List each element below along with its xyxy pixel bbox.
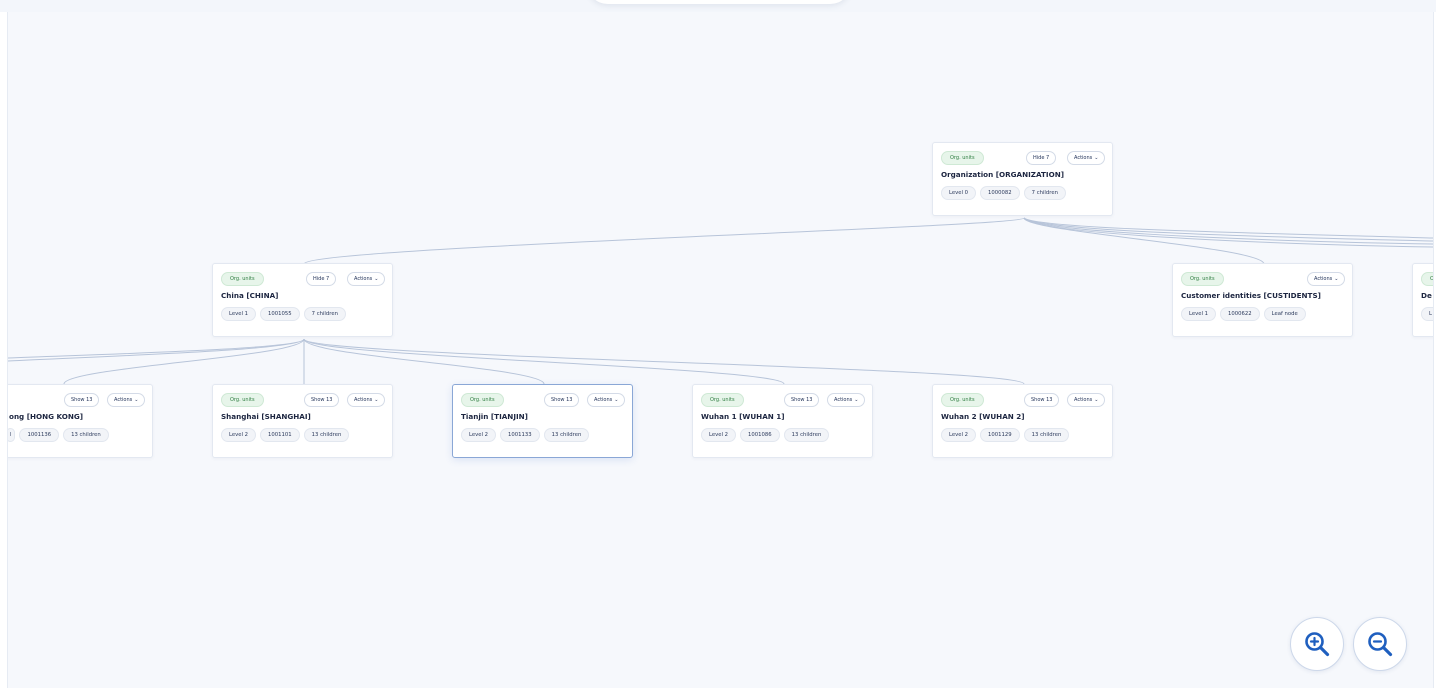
org-units-tag: Org. units [221, 393, 264, 407]
level-chip: Level 2 [461, 428, 497, 442]
node-meta: Level 0 1000082 7 children [941, 186, 1066, 200]
org-units-tag: Org. units [461, 393, 504, 407]
node-title: Tianjin [TIANJIN] [461, 412, 528, 421]
level-chip: l [8, 428, 16, 442]
show-children-button[interactable]: Show 13 [304, 393, 340, 407]
code-chip: 1001136 [19, 428, 60, 442]
zoom-out-icon [1368, 632, 1393, 657]
tree-node-customer-identities[interactable]: Org. units Actions ⌄ Customer identities … [1172, 263, 1353, 337]
node-meta: Level 2 1001101 13 children [221, 428, 350, 442]
tree-edges [8, 217, 1433, 385]
level-chip: Level 0 [941, 186, 977, 200]
code-chip: 1001129 [980, 428, 1020, 442]
actions-button[interactable]: Actions ⌄ [1307, 272, 1346, 286]
hide-children-button[interactable]: Hide 7 [306, 272, 337, 286]
show-children-button[interactable]: Show 13 [1024, 393, 1060, 407]
edge-china-offscreen-2 [8, 338, 305, 362]
children-count-chip: 13 children [783, 428, 830, 442]
chevron-down-icon: ⌄ [1094, 155, 1099, 161]
code-chip: 1001101 [260, 428, 300, 442]
code-chip: 1001086 [740, 428, 780, 442]
leaf-node-chip: Leaf node [1263, 307, 1306, 321]
node-title: Organization [ORGANIZATION] [941, 170, 1065, 179]
actions-button[interactable]: Actions ⌄ [1067, 151, 1106, 165]
node-meta: L [1421, 307, 1433, 321]
org-units-tag: O [1421, 272, 1433, 286]
tree-node-wuhan-2[interactable]: Org. units Show 13 Actions ⌄ Wuhan 2 [WUH… [932, 384, 1113, 458]
children-count-chip: 7 children [303, 307, 346, 321]
tree-node-partial-right[interactable]: O De L [1412, 263, 1433, 337]
node-title: China [CHINA] [221, 291, 279, 300]
chevron-down-icon: ⌄ [854, 397, 859, 403]
actions-button[interactable]: Actions ⌄ [1067, 393, 1106, 407]
node-meta: Level 1 1000622 Leaf node [1181, 307, 1306, 321]
actions-button[interactable]: Actions ⌄ [587, 393, 626, 407]
node-title: Wuhan 2 [WUHAN 2] [941, 412, 1025, 421]
tree-node-hong-kong[interactable]: nits Show 13 Actions⌄ ong [HONG KONG] l … [8, 384, 153, 458]
zoom-in-icon [1305, 632, 1330, 657]
edge-china-wuhan2 [303, 338, 1025, 385]
org-units-tag: Org. units [941, 151, 984, 165]
node-title: ong [HONG KONG] [9, 412, 84, 421]
actions-button[interactable]: Actions ⌄ [107, 393, 146, 407]
chevron-down-icon: ⌄ [374, 276, 379, 282]
node-meta: Level 2 1001086 13 children [701, 428, 830, 442]
node-title: Customer identities [CUSTIDENTS] [1181, 291, 1321, 300]
top-toolbar-tab [586, 0, 852, 4]
level-chip: Level 2 [701, 428, 737, 442]
zoom-out-button[interactable] [1353, 617, 1407, 671]
tree-node-organization[interactable]: Org. units Hide 7 Actions ⌄ Organization … [932, 142, 1113, 216]
tree-node-wuhan-1[interactable]: Org. units Show 13 Actions ⌄ Wuhan 1 [WUH… [692, 384, 873, 458]
node-meta: Level 2 1001129 13 children [941, 428, 1070, 442]
tree-node-tianjin[interactable]: Org. units Show 13 Actions ⌄ Tianjin [TIA… [452, 384, 633, 458]
chevron-down-icon: ⌄ [614, 397, 619, 403]
children-count-chip: 7 children [1023, 186, 1066, 200]
show-children-button[interactable]: Show 13 [64, 393, 100, 407]
node-meta: Level 2 1001133 13 children [461, 428, 590, 442]
org-tree-canvas[interactable]: Org. units Hide 7 Actions ⌄ Organization … [7, 12, 1434, 688]
edge-china-offscreen-1 [8, 338, 305, 359]
children-count-chip: 13 children [63, 428, 109, 442]
node-title: De [1421, 291, 1432, 300]
code-chip: 1001055 [260, 307, 300, 321]
chevron-down-icon: ⌄ [134, 397, 139, 403]
level-chip: Level 2 [221, 428, 257, 442]
chevron-down-icon: ⌄ [1334, 276, 1339, 282]
zoom-in-button[interactable] [1290, 617, 1344, 671]
code-chip: 1000082 [980, 186, 1020, 200]
actions-button[interactable]: Actions ⌄ [827, 393, 866, 407]
tree-node-shanghai[interactable]: Org. units Show 13 Actions ⌄ Shanghai [SH… [212, 384, 393, 458]
level-chip: Level 2 [941, 428, 977, 442]
edge-china-wuhan1 [303, 338, 785, 385]
show-children-button[interactable]: Show 13 [784, 393, 820, 407]
node-meta: l 1001136 13 children [8, 428, 109, 442]
level-chip: Level 1 [221, 307, 257, 321]
actions-button[interactable]: Actions ⌄ [347, 272, 386, 286]
org-units-tag: Org. units [941, 393, 984, 407]
node-meta: Level 1 1001055 7 children [221, 307, 346, 321]
chevron-down-icon: ⌄ [374, 397, 379, 403]
code-chip: 1000622 [1220, 307, 1260, 321]
hide-children-button[interactable]: Hide 7 [1026, 151, 1057, 165]
org-units-tag: Org. units [701, 393, 744, 407]
chevron-down-icon: ⌄ [1094, 397, 1099, 403]
org-units-tag: Org. units [1181, 272, 1224, 286]
level-chip: Level 1 [1181, 307, 1217, 321]
node-title: Wuhan 1 [WUHAN 1] [701, 412, 785, 421]
children-count-chip: 13 children [1023, 428, 1070, 442]
actions-button[interactable]: Actions ⌄ [347, 393, 386, 407]
node-title: Shanghai [SHANGHAI] [221, 412, 311, 421]
edge-organization-china [303, 217, 1025, 265]
tree-node-china[interactable]: Org. units Hide 7 Actions ⌄ China [CHINA]… [212, 263, 393, 337]
children-count-chip: 13 children [303, 428, 350, 442]
level-chip: L [1421, 307, 1433, 321]
org-units-tag: nits [8, 393, 9, 407]
code-chip: 1001133 [500, 428, 540, 442]
show-children-button[interactable]: Show 13 [544, 393, 580, 407]
org-units-tag: Org. units [221, 272, 264, 286]
children-count-chip: 13 children [543, 428, 590, 442]
